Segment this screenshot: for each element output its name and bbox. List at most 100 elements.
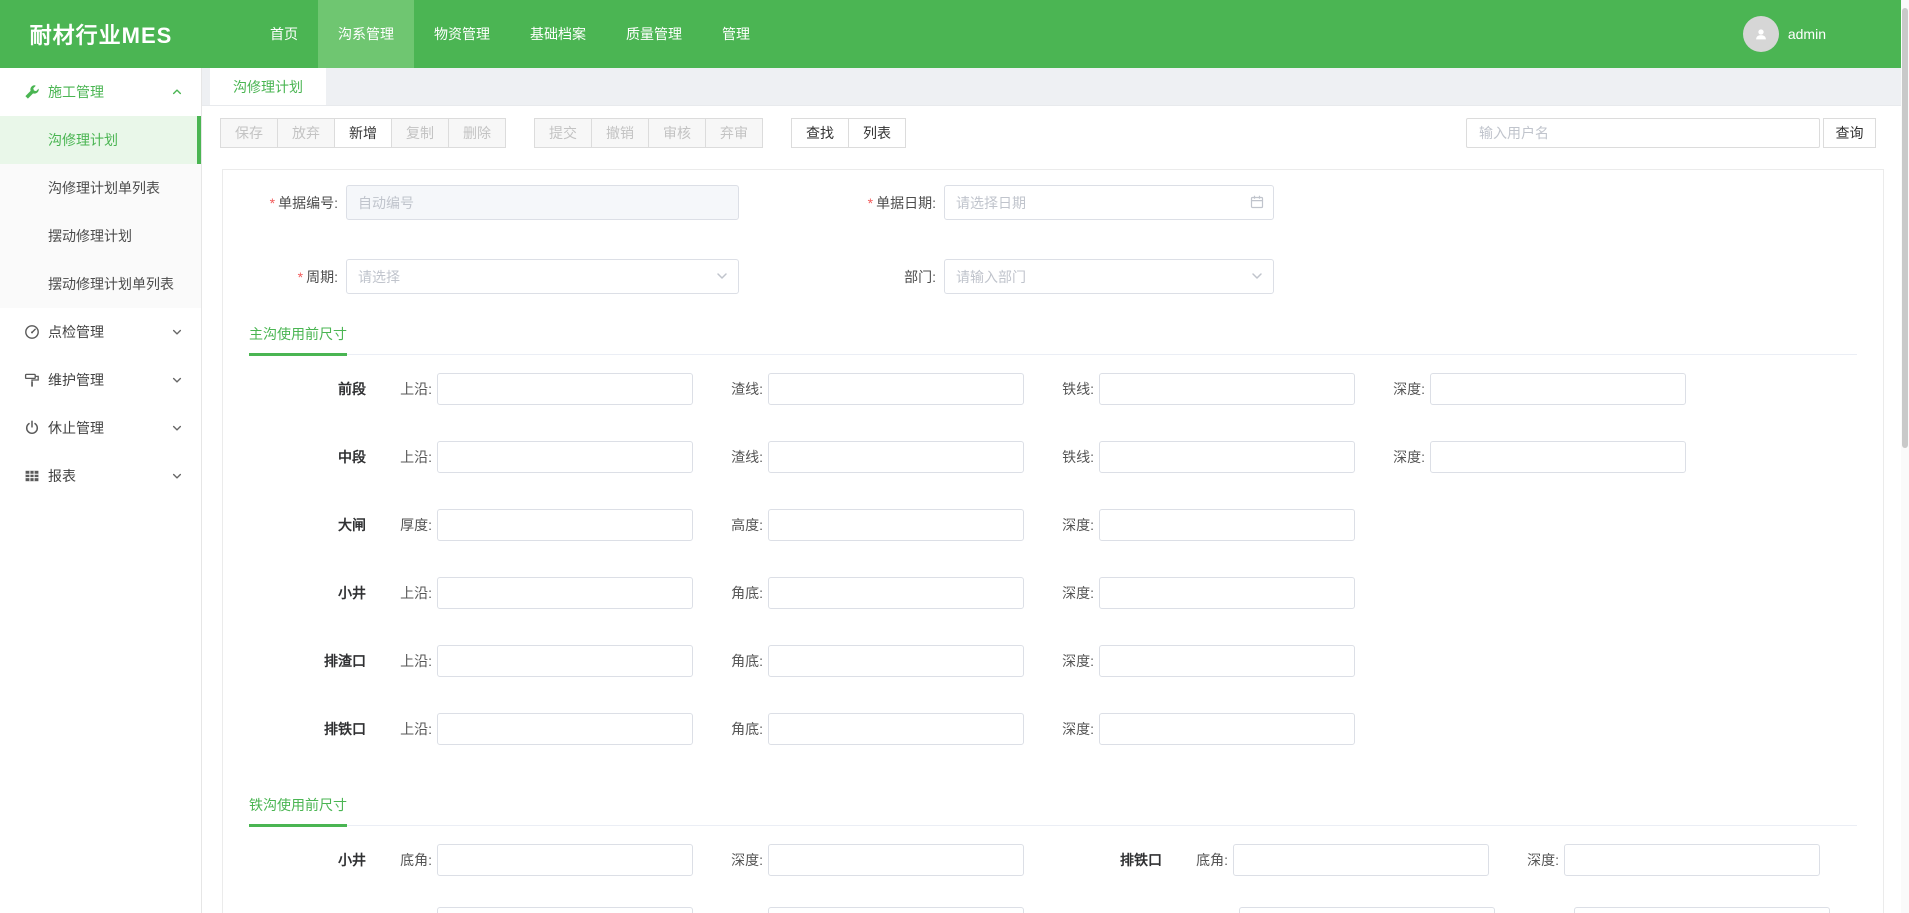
dimension-input[interactable] xyxy=(437,713,693,745)
tab-gouxiu-plan[interactable]: 沟修理计划 xyxy=(210,68,326,105)
field-label: 深度: xyxy=(697,850,763,870)
dimension-input[interactable] xyxy=(1099,509,1355,541)
sidebar-item-swing-plan[interactable]: 摆动修理计划 xyxy=(0,212,201,260)
dimension-input[interactable] xyxy=(768,907,1024,913)
field-label: 深度: xyxy=(1028,583,1094,603)
doc-date-label: *单据日期: xyxy=(739,193,936,213)
nav-item-admin[interactable]: 管理 xyxy=(702,0,770,68)
chevron-down-icon xyxy=(714,268,730,284)
nav-item-gouxi[interactable]: 沟系管理 xyxy=(318,0,414,68)
dimension-input[interactable] xyxy=(437,844,693,876)
sidebar-item-gouxiu-plan[interactable]: 沟修理计划 xyxy=(0,116,201,164)
row-label: 大闸 xyxy=(223,515,366,535)
row-label: 前段 xyxy=(223,379,366,399)
dimension-input[interactable] xyxy=(437,509,693,541)
dimension-input[interactable] xyxy=(768,713,1024,745)
dimension-input[interactable] xyxy=(437,907,693,913)
user-menu[interactable]: admin xyxy=(1743,0,1826,68)
dimension-input[interactable] xyxy=(437,577,693,609)
nav-item-archives[interactable]: 基础档案 xyxy=(510,0,606,68)
sidebar-item-swing-plan-list[interactable]: 摆动修理计划单列表 xyxy=(0,260,201,308)
doc-number-input[interactable] xyxy=(346,185,739,220)
period-select[interactable] xyxy=(346,259,739,294)
row-label: 排铁口 xyxy=(1028,850,1162,870)
button-group-workflow: 提交 撤销 审核 弃审 xyxy=(534,118,763,148)
sidebar-group-reports[interactable]: 报表 xyxy=(0,452,201,500)
top-nav: 首页 沟系管理 物资管理 基础档案 质量管理 管理 xyxy=(250,0,770,68)
submit-button[interactable]: 提交 xyxy=(534,118,592,148)
dimension-input[interactable] xyxy=(1233,844,1489,876)
page-scrollbar[interactable] xyxy=(1901,0,1909,913)
list-button[interactable]: 列表 xyxy=(848,118,906,148)
section-header-main-trough: 主沟使用前尺寸 xyxy=(249,324,1857,355)
sidebar-group-maintenance[interactable]: 维护管理 xyxy=(0,356,201,404)
dimension-input[interactable] xyxy=(1239,907,1495,913)
field-label: 底角: xyxy=(1162,850,1228,870)
field-label: 深度: xyxy=(1493,850,1559,870)
nav-item-materials[interactable]: 物资管理 xyxy=(414,0,510,68)
sidebar-group-label: 点检管理 xyxy=(48,322,104,342)
person-icon xyxy=(1753,26,1769,42)
dimension-row-slag-outlet: 排渣口 上沿: 角底: 深度: xyxy=(223,627,1883,695)
dimension-row-gate: 大闸 厚度: 高度: 深度: xyxy=(223,491,1883,559)
tab-bar: 沟修理计划 xyxy=(202,68,1909,106)
dimension-input[interactable] xyxy=(1430,373,1686,405)
form-header-fields: *单据编号: *单据日期: xyxy=(223,170,1883,294)
dimension-input[interactable] xyxy=(1099,645,1355,677)
field-label: 深度: xyxy=(1028,719,1094,739)
dimension-input[interactable] xyxy=(437,441,693,473)
app-logo: 耐材行业MES xyxy=(0,0,202,68)
field-label: 角底: xyxy=(697,719,763,739)
revoke-button[interactable]: 撤销 xyxy=(591,118,649,148)
copy-button[interactable]: 复制 xyxy=(391,118,449,148)
dimension-input[interactable] xyxy=(1574,907,1830,913)
save-button[interactable]: 保存 xyxy=(220,118,278,148)
dimension-input[interactable] xyxy=(1099,373,1355,405)
sidebar-group-inspection[interactable]: 点检管理 xyxy=(0,308,201,356)
dimension-input[interactable] xyxy=(1099,577,1355,609)
dimension-input[interactable] xyxy=(768,441,1024,473)
add-button[interactable]: 新增 xyxy=(334,118,392,148)
dimension-input[interactable] xyxy=(768,509,1024,541)
dimension-input[interactable] xyxy=(768,645,1024,677)
dimension-input[interactable] xyxy=(1564,844,1820,876)
unaudit-button[interactable]: 弃审 xyxy=(705,118,763,148)
scrollbar-thumb[interactable] xyxy=(1902,8,1908,448)
search-input[interactable] xyxy=(1466,118,1820,148)
dimension-input[interactable] xyxy=(768,373,1024,405)
field-label: 上沿: xyxy=(366,379,432,399)
dimension-input[interactable] xyxy=(437,373,693,405)
sidebar-item-gouxiu-plan-list[interactable]: 沟修理计划单列表 xyxy=(0,164,201,212)
query-button[interactable]: 查询 xyxy=(1823,118,1876,148)
dimension-input[interactable] xyxy=(1430,441,1686,473)
doc-date-input[interactable] xyxy=(944,185,1274,220)
department-select[interactable] xyxy=(944,259,1274,294)
field-label: 厚度: xyxy=(366,515,432,535)
chevron-down-icon xyxy=(171,470,183,482)
wrench-icon xyxy=(24,84,40,100)
button-group-view: 查找 列表 xyxy=(791,118,906,148)
sidebar-group-label: 报表 xyxy=(48,466,76,486)
delete-button[interactable]: 删除 xyxy=(448,118,506,148)
sidebar-group-construction[interactable]: 施工管理 xyxy=(0,68,201,116)
chevron-down-icon xyxy=(1249,268,1265,284)
dimension-input[interactable] xyxy=(768,844,1024,876)
discard-button[interactable]: 放弃 xyxy=(277,118,335,148)
find-button[interactable]: 查找 xyxy=(791,118,849,148)
power-icon xyxy=(24,420,40,436)
dimension-input[interactable] xyxy=(1099,441,1355,473)
field-label: 上沿: xyxy=(366,719,432,739)
doc-date-wrap xyxy=(944,185,1274,220)
dimension-row-small-well: 小井 上沿: 角底: 深度: xyxy=(223,559,1883,627)
nav-item-home[interactable]: 首页 xyxy=(250,0,318,68)
dimension-input[interactable] xyxy=(1099,713,1355,745)
dimension-input[interactable] xyxy=(437,645,693,677)
audit-button[interactable]: 审核 xyxy=(648,118,706,148)
section-title: 铁沟使用前尺寸 xyxy=(249,795,347,827)
dimension-input[interactable] xyxy=(768,577,1024,609)
dimension-row-iron-small-well: 小井 底角: 深度: 排铁口 底角: 深度: xyxy=(223,826,1883,894)
dimension-row-front: 前段 上沿: 渣线: 铁线: 深度: xyxy=(223,355,1883,423)
sidebar-group-suspend[interactable]: 休止管理 xyxy=(0,404,201,452)
nav-item-quality[interactable]: 质量管理 xyxy=(606,0,702,68)
paint-roller-icon xyxy=(24,372,40,388)
